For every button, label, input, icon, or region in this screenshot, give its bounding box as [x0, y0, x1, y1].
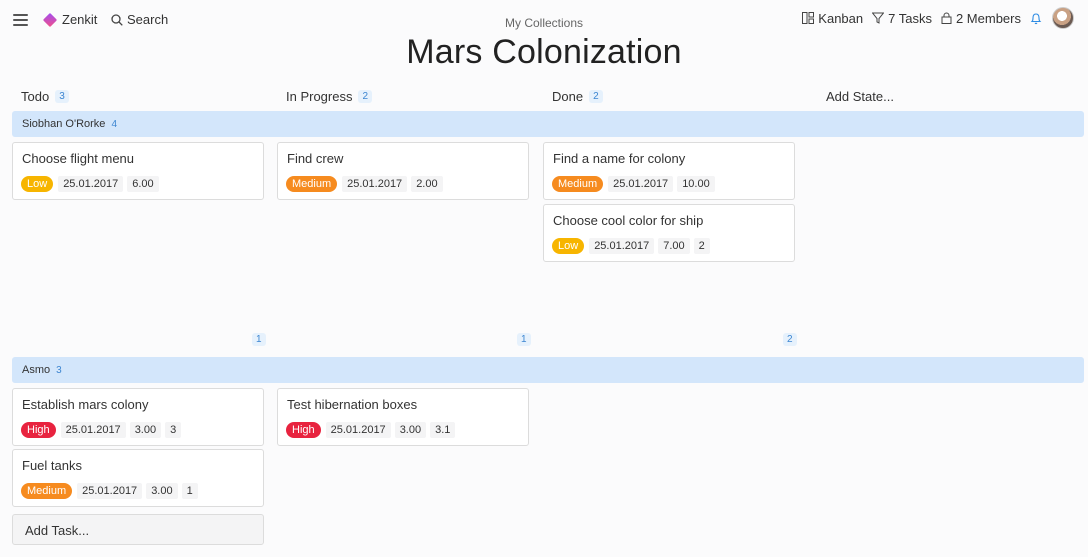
column-count-badge: 2 [589, 90, 603, 103]
swimlane-header[interactable]: Asmo 3 [12, 357, 1084, 383]
column-label: In Progress [286, 89, 353, 104]
user-avatar[interactable] [1052, 7, 1074, 29]
column-label: Todo [21, 89, 50, 104]
card-extra: 3.1 [430, 422, 456, 438]
filter-button[interactable]: 7 Tasks [872, 11, 932, 26]
toolbar: Kanban 7 Tasks 2 Members [793, 7, 1074, 29]
notifications-button[interactable] [1030, 12, 1042, 25]
swimlane-count-badge: 3 [56, 364, 62, 376]
column-count-badge: 2 [358, 90, 373, 103]
task-card[interactable]: Fuel tanks Medium 25.01.2017 3.00 1 [12, 449, 264, 507]
card-title: Find a name for colony [553, 151, 686, 166]
task-card[interactable]: Establish mars colony High 25.01.2017 3.… [12, 388, 264, 446]
column-lane-count: 1 [517, 333, 531, 346]
column-label: Done [552, 89, 584, 104]
column-header-todo[interactable]: Todo 3 [21, 89, 69, 104]
card-title: Fuel tanks [22, 458, 82, 473]
card-value: 2.00 [411, 176, 443, 192]
column-count-badge: 3 [55, 90, 69, 103]
card-title: Test hibernation boxes [287, 397, 418, 412]
members-button[interactable]: 2 Members [941, 11, 1021, 26]
column-lane-count: 1 [252, 333, 266, 346]
card-value: 7.00 [658, 238, 690, 254]
card-title: Find crew [287, 151, 344, 166]
swimlane-name: Siobhan O'Rorke [22, 118, 106, 130]
card-value: 3.00 [129, 422, 162, 438]
card-date: 25.01.2017 [589, 238, 655, 254]
card-value: 6.00 [127, 176, 159, 192]
card-date: 25.01.2017 [60, 422, 126, 438]
card-value: 3.00 [146, 483, 178, 499]
filter-label: 7 Tasks [888, 10, 932, 26]
card-date: 25.01.2017 [342, 176, 408, 192]
card-date: 25.01.2017 [325, 422, 391, 438]
add-task-button[interactable]: Add Task... [12, 514, 264, 545]
task-card[interactable]: Choose cool color for ship Low 25.01.201… [543, 204, 795, 262]
priority-badge: High [286, 422, 321, 438]
card-title: Choose flight menu [22, 151, 135, 166]
priority-badge: High [21, 422, 56, 438]
view-switcher[interactable]: Kanban [802, 11, 863, 26]
priority-badge: Low [552, 238, 585, 254]
card-value: 3.00 [394, 422, 427, 438]
card-date: 25.01.2017 [77, 483, 143, 499]
task-card[interactable]: Find crew Medium 25.01.2017 2.00 [277, 142, 529, 200]
priority-badge: Medium [552, 176, 604, 192]
page-title: Mars Colonization [406, 33, 682, 71]
swimlane-count-badge: 4 [111, 118, 117, 130]
card-extra: 1 [181, 483, 198, 499]
swimlane-header[interactable]: Siobhan O'Rorke 4 [12, 111, 1084, 137]
swimlane-name: Asmo [22, 364, 51, 376]
add-state-button[interactable]: Add State... [826, 89, 894, 104]
card-date: 25.01.2017 [608, 176, 674, 192]
lock-icon [941, 12, 952, 24]
view-label: Kanban [818, 10, 864, 26]
priority-badge: Low [21, 176, 54, 192]
top-bar: Zenkit Search My Collections Kanban 7 Ta… [0, 0, 1088, 71]
card-title: Establish mars colony [22, 397, 149, 412]
card-title: Choose cool color for ship [553, 213, 704, 228]
filter-icon [872, 12, 885, 24]
priority-badge: Medium [286, 176, 338, 192]
card-extra: 3 [165, 422, 182, 438]
bell-icon [1030, 12, 1042, 24]
column-header-in-progress[interactable]: In Progress 2 [286, 89, 373, 104]
column-header-done[interactable]: Done 2 [552, 89, 603, 104]
members-label: 2 Members [955, 10, 1021, 26]
card-extra: 2 [693, 238, 710, 254]
task-card[interactable]: Test hibernation boxes High 25.01.2017 3… [277, 388, 529, 446]
card-date: 25.01.2017 [58, 176, 124, 192]
column-lane-count: 2 [783, 333, 797, 346]
task-card[interactable]: Choose flight menu Low 25.01.2017 6.00 [12, 142, 264, 200]
card-value: 10.00 [677, 176, 715, 192]
task-card[interactable]: Find a name for colony Medium 25.01.2017… [543, 142, 795, 200]
priority-badge: Medium [21, 483, 73, 499]
kanban-icon [802, 12, 815, 24]
